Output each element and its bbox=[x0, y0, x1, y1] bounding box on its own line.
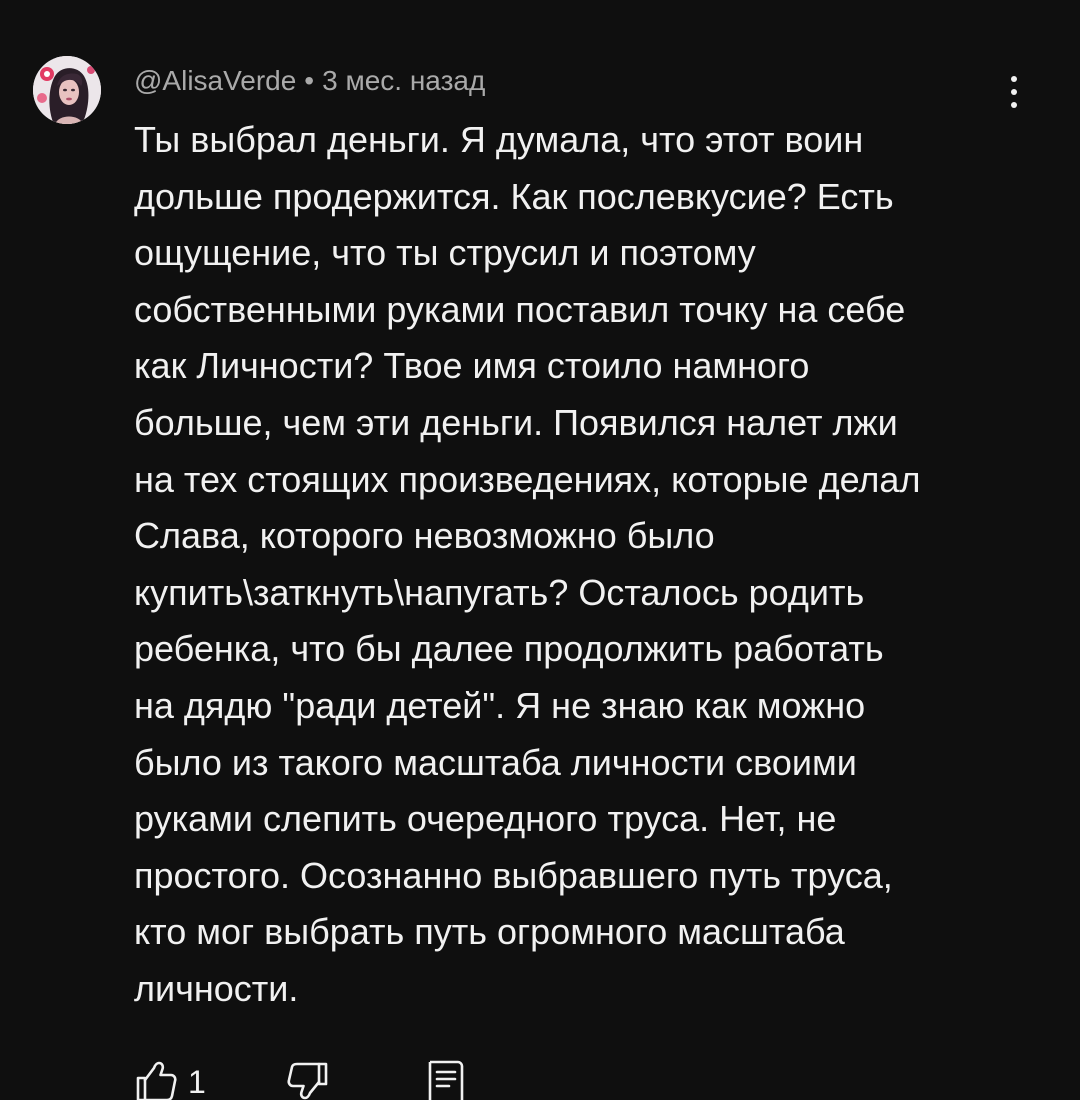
comment-thread: @AlisaVerde • 3 мес. назад Ты выбрал деньг… bbox=[0, 0, 1080, 1100]
author-name[interactable]: @AlisaVerde bbox=[134, 65, 296, 96]
reply-button[interactable] bbox=[422, 1056, 466, 1100]
menu-dot bbox=[1011, 102, 1017, 108]
more-vert-icon[interactable] bbox=[996, 70, 1032, 114]
like-count: 1 bbox=[188, 1064, 206, 1100]
comment-meta: @AlisaVerde • 3 мес. назад bbox=[134, 63, 485, 99]
dislike-button[interactable] bbox=[286, 1056, 330, 1100]
like-button[interactable]: 1 bbox=[134, 1056, 206, 1100]
comment-text: Ты выбрал деньги. Я думала, что этот вои… bbox=[134, 119, 921, 1009]
reply-comment-icon bbox=[428, 1060, 464, 1100]
avatar[interactable] bbox=[33, 56, 101, 124]
thumb-down-icon bbox=[287, 1062, 328, 1100]
menu-dot bbox=[1011, 76, 1017, 82]
thumb-up-icon bbox=[136, 1061, 177, 1100]
meta-separator: • bbox=[304, 65, 315, 96]
menu-dot bbox=[1011, 89, 1017, 95]
comment-actions: 1 bbox=[134, 1056, 534, 1100]
comment-time[interactable]: 3 мес. назад bbox=[322, 65, 485, 96]
avatar-image bbox=[33, 56, 101, 124]
